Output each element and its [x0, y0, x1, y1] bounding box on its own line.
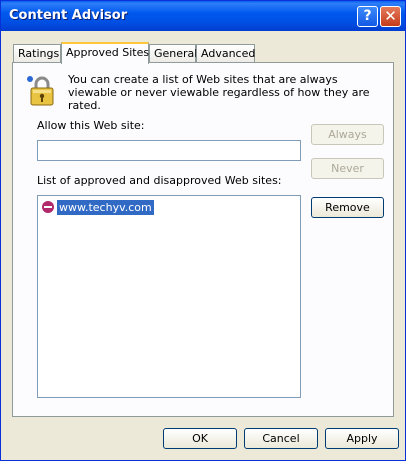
list-item[interactable]: www.techyv.com [42, 199, 154, 215]
help-button[interactable]: ? [357, 6, 378, 27]
tab-advanced[interactable]: Advanced [196, 44, 255, 62]
site-list[interactable]: www.techyv.com [37, 195, 301, 398]
always-button[interactable]: Always [311, 124, 384, 145]
cancel-button[interactable]: Cancel [244, 428, 318, 449]
allow-site-input[interactable] [37, 140, 301, 161]
content-advisor-window: Content Advisor ? ✕ Ratings Approved Sit… [0, 0, 406, 461]
description-text: You can create a list of Web sites that … [68, 73, 370, 112]
tab-general[interactable]: General [149, 44, 197, 62]
window-title: Content Advisor [9, 8, 128, 23]
site-list-label: List of approved and disapproved Web sit… [37, 174, 282, 187]
list-item-text: www.techyv.com [57, 199, 154, 215]
tab-approved-sites[interactable]: Approved Sites [61, 42, 149, 64]
remove-button[interactable]: Remove [311, 197, 384, 218]
close-button[interactable]: ✕ [380, 6, 401, 27]
title-bar[interactable]: Content Advisor ? ✕ [1, 1, 405, 31]
block-icon [42, 201, 54, 213]
apply-button[interactable]: Apply [325, 428, 399, 449]
allow-site-label: Allow this Web site: [37, 119, 145, 132]
lock-icon [27, 76, 54, 106]
ok-button[interactable]: OK [163, 428, 237, 449]
tab-ratings[interactable]: Ratings [13, 44, 61, 62]
never-button[interactable]: Never [311, 158, 384, 179]
